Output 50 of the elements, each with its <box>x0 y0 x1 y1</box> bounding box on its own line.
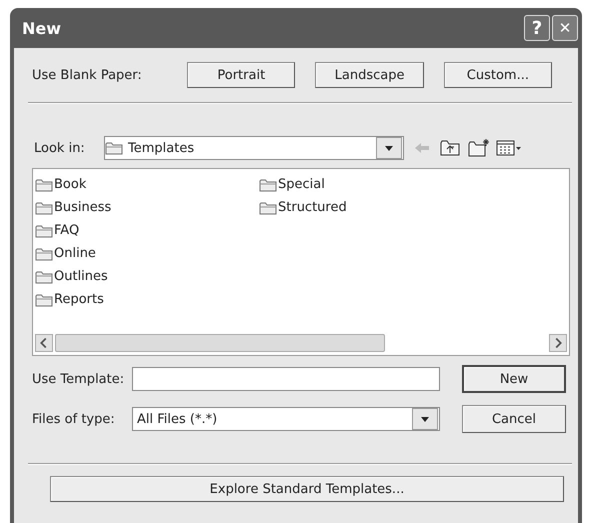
new-folder-icon[interactable] <box>468 138 490 158</box>
file-type-dropdown[interactable]: All Files (*.*) <box>132 407 440 431</box>
folder-name: Online <box>54 246 96 261</box>
help-button[interactable]: ? <box>524 15 550 41</box>
scroll-thumb[interactable] <box>55 334 385 352</box>
folder-item[interactable]: Reports <box>35 288 259 311</box>
folder-item[interactable]: Outlines <box>35 265 259 288</box>
paper-button[interactable]: Custom... <box>444 62 552 88</box>
folder-icon <box>35 222 53 238</box>
field-label: Use Template: <box>32 372 126 386</box>
folder-name: Book <box>54 177 86 192</box>
field-label: Files of type: <box>32 412 116 426</box>
folder-icon <box>35 292 53 308</box>
folder-item[interactable]: Structured <box>259 196 483 219</box>
paper-button[interactable]: Portrait <box>187 62 296 88</box>
window-title: New <box>22 18 62 38</box>
template-input[interactable] <box>132 367 440 391</box>
folder-icon <box>35 176 53 192</box>
horizontal-scrollbar[interactable] <box>33 333 569 353</box>
field-label: Use Blank Paper: <box>32 68 143 82</box>
folder-item[interactable]: Book <box>35 173 259 196</box>
scroll-left-icon[interactable] <box>35 334 53 352</box>
folder-icon <box>35 268 53 284</box>
up-folder-icon[interactable] <box>440 139 460 157</box>
folder-item[interactable]: FAQ <box>35 219 259 242</box>
folder-name: Templates <box>128 140 194 156</box>
explore-templates-button[interactable]: Explore Standard Templates... <box>50 476 564 502</box>
scroll-right-icon[interactable] <box>549 334 567 352</box>
close-button[interactable]: ✕ <box>552 15 578 41</box>
dialog-button[interactable]: Cancel <box>462 405 566 433</box>
folder-name: Special <box>278 177 325 192</box>
folder-icon <box>105 140 123 156</box>
dialog-button[interactable]: New <box>462 365 566 393</box>
paper-button[interactable]: Landscape <box>315 62 424 88</box>
folder-item[interactable]: Online <box>35 242 259 265</box>
folder-icon <box>259 176 277 192</box>
folder-icon <box>259 200 277 216</box>
file-type-value: All Files (*.*) <box>137 412 218 426</box>
folder-item[interactable]: Special <box>259 173 483 196</box>
folder-name: Business <box>54 200 112 215</box>
folder-name: Reports <box>54 292 104 307</box>
folder-name: Outlines <box>54 269 108 284</box>
folder-icon <box>35 246 53 262</box>
view-menu-icon[interactable] <box>496 140 522 156</box>
look-in-dropdown[interactable]: Templates <box>104 136 404 160</box>
folder-name: Structured <box>278 200 347 215</box>
folder-icon <box>35 200 53 216</box>
folder-item[interactable]: Business <box>35 196 259 219</box>
field-label: Look in: <box>33 140 86 156</box>
folder-name: FAQ <box>54 223 80 238</box>
